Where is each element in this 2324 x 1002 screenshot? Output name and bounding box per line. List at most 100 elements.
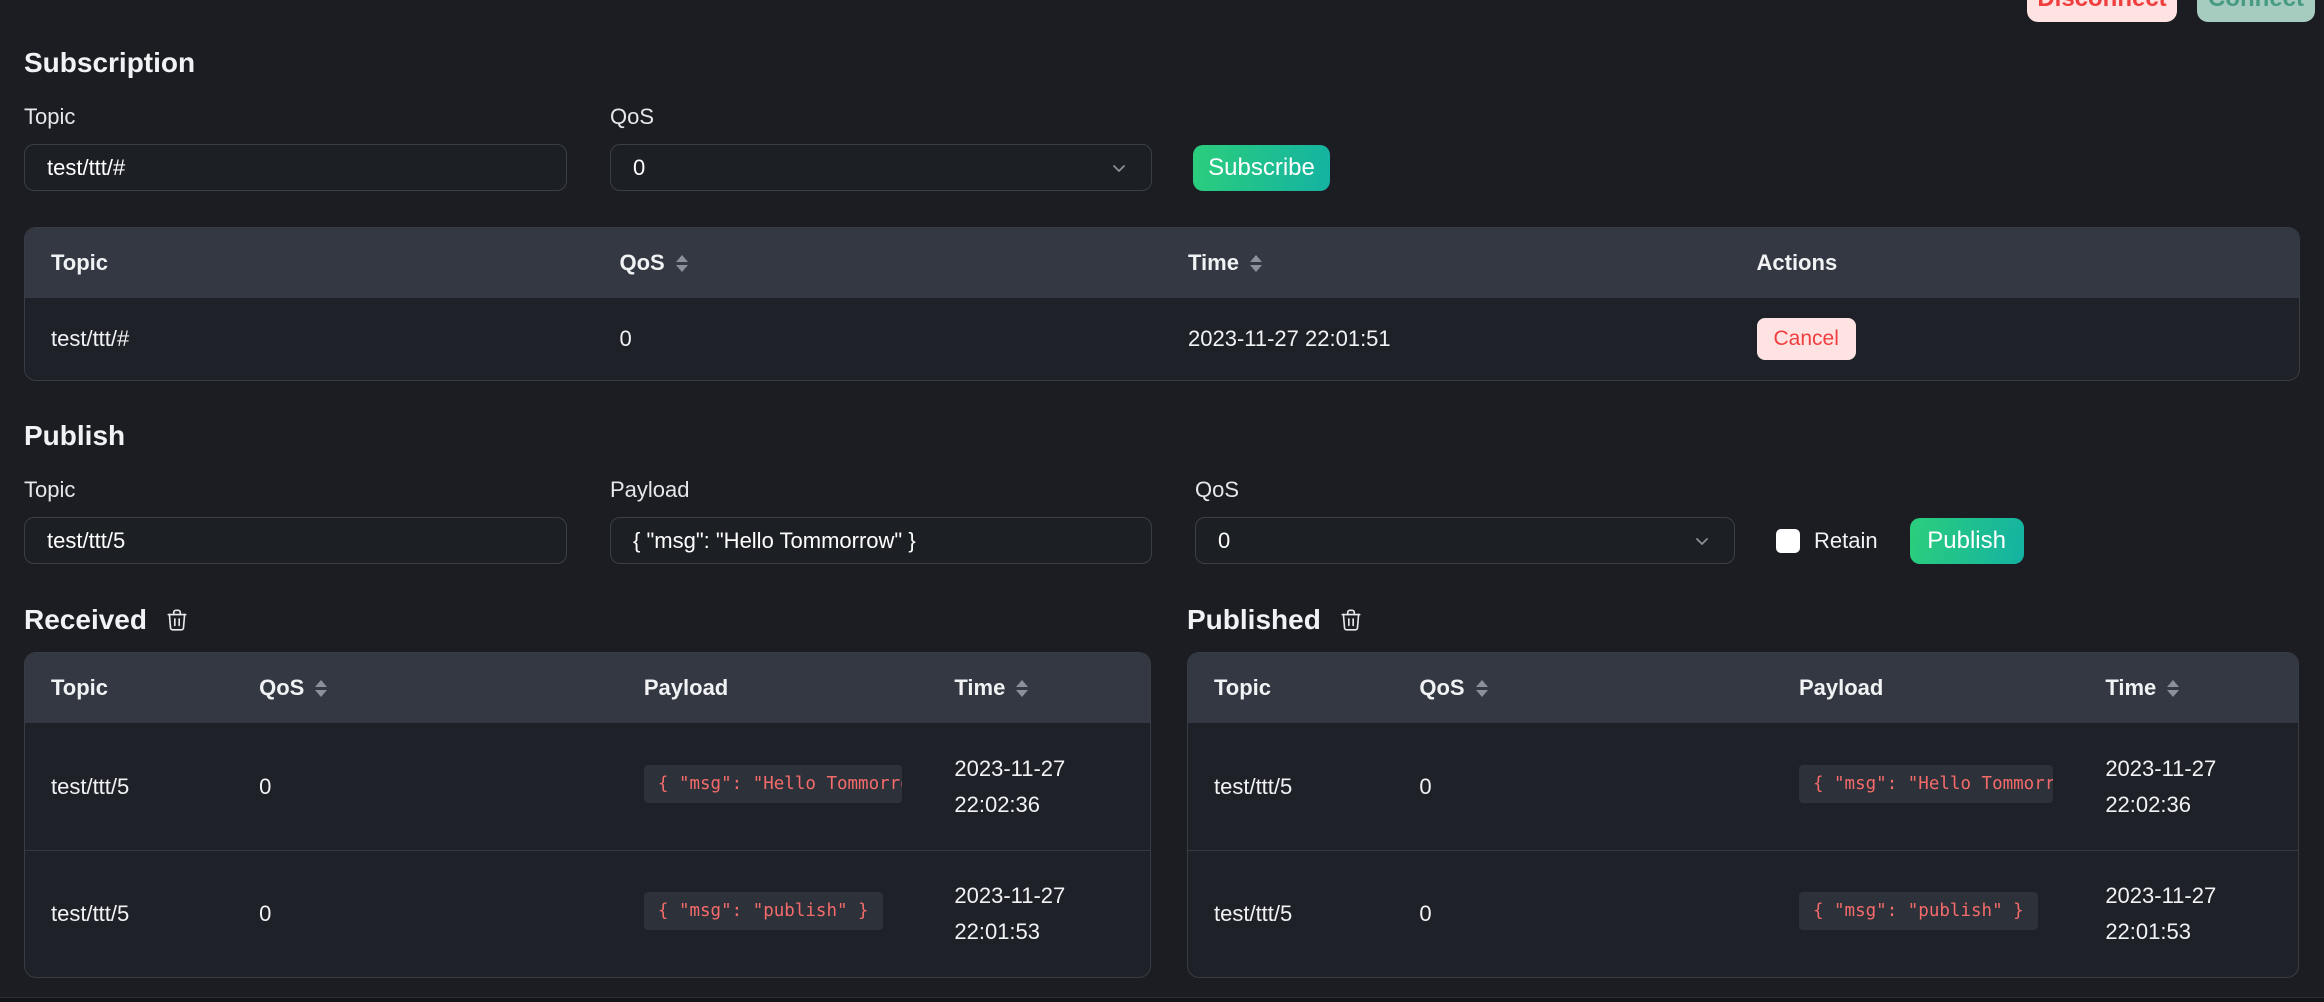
clear-received-button[interactable] xyxy=(164,607,190,633)
col-label: Time xyxy=(954,675,1005,701)
published-row: test/ttt/5 0 { "msg": "publish" } 2023-1… xyxy=(1188,850,2298,977)
received-col-payload: Payload xyxy=(618,675,929,701)
subscription-col-topic: Topic xyxy=(25,250,594,276)
cell-topic: test/ttt/5 xyxy=(25,774,233,800)
disconnect-button[interactable]: Disconnect xyxy=(2027,0,2177,22)
subscription-row-topic: test/ttt/# xyxy=(25,326,594,352)
cell-payload: { "msg": "publish" } xyxy=(1773,892,2079,936)
chevron-down-icon xyxy=(1109,158,1129,178)
subscription-col-time[interactable]: Time xyxy=(1162,250,1731,276)
published-col-qos[interactable]: QoS xyxy=(1393,675,1773,701)
sort-icon[interactable] xyxy=(2167,680,2179,697)
subscription-topic-label: Topic xyxy=(24,104,567,130)
publish-payload-input[interactable] xyxy=(610,517,1152,564)
received-col-topic: Topic xyxy=(25,675,233,701)
cell-time: 2023-11-27 22:02:36 xyxy=(2079,751,2298,823)
chevron-down-icon xyxy=(1692,531,1712,551)
subscription-form: Topic QoS 0 Subscribe xyxy=(24,104,2300,191)
topbar: Disconnect Connect xyxy=(24,0,2300,28)
received-title: Received xyxy=(24,604,147,636)
publish-topic-label: Topic xyxy=(24,477,567,503)
subscribe-button[interactable]: Subscribe xyxy=(1193,145,1330,191)
subscription-qos-value: 0 xyxy=(633,155,645,181)
cell-topic: test/ttt/5 xyxy=(25,901,233,927)
subscription-table: Topic QoS Time Actions test/ttt/# 0 2023… xyxy=(24,227,2300,381)
subscription-title: Subscription xyxy=(24,46,2300,80)
subscription-topic-input[interactable] xyxy=(24,144,567,191)
retain-group: Retain xyxy=(1776,517,1878,564)
cell-time: 2023-11-27 22:01:53 xyxy=(928,878,1150,950)
sort-icon[interactable] xyxy=(676,255,688,272)
published-col-payload: Payload xyxy=(1773,675,2079,701)
publish-qos-label: QoS xyxy=(1195,477,1735,503)
cell-payload: { "msg": "publish" } xyxy=(618,892,929,936)
subscription-table-header: Topic QoS Time Actions xyxy=(25,228,2299,298)
cell-qos: 0 xyxy=(233,901,618,927)
col-label: Topic xyxy=(51,250,108,276)
col-label: Time xyxy=(2105,675,2156,701)
published-col-topic: Topic xyxy=(1188,675,1393,701)
cell-topic: test/ttt/5 xyxy=(1188,901,1393,927)
sort-icon[interactable] xyxy=(1016,680,1028,697)
sort-icon[interactable] xyxy=(1250,255,1262,272)
col-label: Payload xyxy=(644,675,728,701)
subscription-row: test/ttt/# 0 2023-11-27 22:01:51 Cancel xyxy=(25,298,2299,380)
received-table: Topic QoS Payload Time test/ttt/5 xyxy=(24,652,1151,978)
sort-icon[interactable] xyxy=(315,680,327,697)
published-row: test/ttt/5 0 { "msg": "Hello Tommorrow" … xyxy=(1188,723,2298,850)
subscription-qos-label: QoS xyxy=(610,104,1152,130)
received-col-time[interactable]: Time xyxy=(928,675,1150,701)
publish-title: Publish xyxy=(24,419,2300,453)
cancel-subscription-button[interactable]: Cancel xyxy=(1757,318,1856,360)
subscription-topic-field: Topic xyxy=(24,104,567,191)
clear-published-button[interactable] xyxy=(1338,607,1364,633)
page-bottom-edge xyxy=(0,997,2324,1002)
publish-topic-input[interactable] xyxy=(24,517,567,564)
col-label: Payload xyxy=(1799,675,1883,701)
sort-icon[interactable] xyxy=(1476,680,1488,697)
publish-button[interactable]: Publish xyxy=(1910,518,2024,564)
col-label: QoS xyxy=(259,675,304,701)
published-head: Published xyxy=(1187,604,2299,636)
published-table-header: Topic QoS Payload Time xyxy=(1188,653,2298,723)
col-label: Actions xyxy=(1757,250,1838,276)
subscription-col-qos[interactable]: QoS xyxy=(594,250,1163,276)
published-panel: Published Topic QoS Payload xyxy=(1187,604,2299,978)
subscription-qos-field: QoS 0 xyxy=(610,104,1152,191)
page: Disconnect Connect Subscription Topic Qo… xyxy=(0,0,2324,1002)
trash-icon xyxy=(164,607,190,633)
published-col-time[interactable]: Time xyxy=(2079,675,2298,701)
connect-button[interactable]: Connect xyxy=(2197,0,2315,22)
publish-payload-label: Payload xyxy=(610,477,1152,503)
payload-badge: { "msg": "Hello Tommorrow" xyxy=(1799,765,2053,803)
payload-badge: { "msg": "publish" } xyxy=(1799,892,2038,930)
received-panel: Received Topic QoS Payload xyxy=(24,604,1151,978)
publish-qos-select[interactable]: 0 xyxy=(1195,517,1735,564)
col-label: QoS xyxy=(1419,675,1464,701)
subscription-row-time: 2023-11-27 22:01:51 xyxy=(1162,326,1731,352)
received-row: test/ttt/5 0 { "msg": "publish" } 2023-1… xyxy=(25,850,1150,977)
cell-payload: { "msg": "Hello Tommorrow" xyxy=(1773,765,2079,809)
cell-time: 2023-11-27 22:01:53 xyxy=(2079,878,2298,950)
cell-time: 2023-11-27 22:02:36 xyxy=(928,751,1150,823)
col-label: Topic xyxy=(1214,675,1271,701)
retain-checkbox[interactable] xyxy=(1776,529,1800,553)
subscription-row-qos: 0 xyxy=(594,326,1163,352)
cell-qos: 0 xyxy=(1393,901,1773,927)
publish-qos-field: QoS 0 xyxy=(1195,477,1735,564)
received-col-qos[interactable]: QoS xyxy=(233,675,618,701)
subscription-qos-select[interactable]: 0 xyxy=(610,144,1152,191)
subscription-col-actions: Actions xyxy=(1731,250,2300,276)
received-table-header: Topic QoS Payload Time xyxy=(25,653,1150,723)
messages-area: Received Topic QoS Payload xyxy=(24,604,2300,978)
cell-topic: test/ttt/5 xyxy=(1188,774,1393,800)
payload-badge: { "msg": "publish" } xyxy=(644,892,883,930)
received-row: test/ttt/5 0 { "msg": "Hello Tommorrow" … xyxy=(25,723,1150,850)
publish-qos-value: 0 xyxy=(1218,528,1230,554)
publish-form: Topic Payload QoS 0 Retain Publish xyxy=(24,477,2300,564)
col-label: QoS xyxy=(620,250,665,276)
retain-label: Retain xyxy=(1814,528,1878,554)
trash-icon xyxy=(1338,607,1364,633)
cell-qos: 0 xyxy=(233,774,618,800)
col-label: Time xyxy=(1188,250,1239,276)
